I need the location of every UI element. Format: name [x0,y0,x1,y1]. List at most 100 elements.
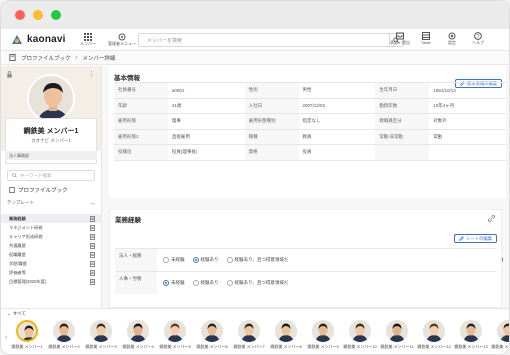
lock-icon[interactable] [6,71,13,78]
info-value: a0001 [167,82,245,99]
member-search-input[interactable]: メンバーを検索 [138,33,404,47]
work-radio-option[interactable]: 経験あり [192,257,219,263]
radio-button[interactable] [226,257,233,263]
logo[interactable]: kaonavi [1,34,71,46]
nav-member-button[interactable]: メンバー [71,32,105,47]
member-avatar [275,320,297,342]
info-key: 入社日 [244,97,299,114]
minimize-window-button[interactable] [33,10,43,20]
info-key: 雇用形態 [114,113,168,130]
member-thumbnail[interactable]: 鋼鉄美 メンバー6 [196,320,228,350]
info-value: 2007/12/03 [298,97,376,114]
member-thumbnail[interactable]: 鋼鉄美 メンバー8 [270,320,302,350]
member-avatar [386,320,408,342]
member-thumbnail[interactable]: 鋼鉄美 メンバー1 [11,320,43,350]
member-thumbnail[interactable]: 鋼鉄美 メンバー7 [233,320,265,350]
member-thumbnail[interactable]: 鋼鉄美 メンバー4 [122,320,154,350]
person-photo-icon [349,320,371,342]
info-key: 教職員区分 [375,113,430,130]
info-value: 15年4ヶ月 [429,97,506,114]
person-photo-icon [53,320,75,342]
chevron-right-icon[interactable]: › [503,334,505,341]
more-options-icon[interactable]: ⋮ [88,70,95,78]
template-item-label: キャリア形成研修 [9,233,43,239]
member-thumbnail[interactable]: 鋼鉄美 メンバー5 [159,320,191,350]
work-radio-option[interactable]: 経験あり [192,280,219,286]
nav-settings-label: 設定 [448,40,456,45]
template-item[interactable]: 評価者等 [1,268,101,277]
work-radio-option[interactable]: 経験あり、且つ得意領域だ [226,257,289,263]
document-icon [90,215,95,222]
template-label: テンプレート [7,200,34,205]
nav-settings-button[interactable]: 設定 [441,32,463,46]
work-experience-row: 人事・労務 未経験 経験あり 経験あり、且つ得意領域だ [115,271,497,294]
member-thumbnail[interactable]: 鋼鉄美 メンバー13 [454,320,488,350]
template-item[interactable]: マネジメント研修 [1,223,101,232]
work-radio-option[interactable]: 経験あり、且つ得意領域だ [226,280,289,286]
work-radio-option[interactable]: 未経験 [163,257,185,263]
work-experience-section: 業務経験 シートの編集 法人・総務 未経験 経験あり 経験あり、且つ得意領域だ 人事・労… [109,209,502,308]
work-radio-option[interactable]: 未経験 [163,280,185,286]
zoom-window-button[interactable] [51,10,61,20]
template-list: 業務経験 マネジメント研修 キャリア形成研修共通履歴 役職履歴 学歴/職歴 評価者等 目標管… [1,214,101,286]
member-name: 鋼鉄美 メンバー3 [85,344,117,349]
close-window-button[interactable] [15,10,25,20]
template-item[interactable]: キャリア形成研修 [1,232,101,241]
radio-button[interactable] [226,280,233,286]
chevron-up-icon: ︿ [90,200,96,205]
person-photo-icon [18,322,36,340]
member-filter-label: すべて [12,311,26,316]
nav-approval-button[interactable]: 承認・提出 [389,32,411,46]
radio-label: 経験あり、且つ得意領域だ [234,257,289,262]
member-thumbnail[interactable]: 鋼鉄美 メンバー11 [380,320,414,350]
breadcrumb-current: メンバー詳細 [82,55,116,62]
template-item[interactable]: 業務経験 [1,214,101,223]
main-area: ⋮ 鋼鉄美 メンバー1 カオナビ メンバー1 法人事務部 キーワード検索 プロフ… [1,66,509,308]
chevron-left-icon[interactable]: ‹ [5,334,7,341]
template-item[interactable]: 共通履歴 [1,241,101,250]
member-filter[interactable]: ⌄ すべて [7,311,26,317]
template-item[interactable]: 学歴/職歴 [1,259,101,268]
member-thumbnail[interactable]: 鋼鉄美 メンバー2 [48,320,80,350]
breadcrumb-root[interactable]: プロファイルブック [21,54,71,62]
info-key: 社員番号 [114,82,168,99]
member-avatar [349,320,371,342]
info-row: 社員番号 a0001 性別 男性 生年月日 1981/10/13 [114,82,506,99]
member-thumbnail[interactable]: 鋼鉄美 メンバー12 [417,320,451,350]
nav-admin-button[interactable]: 管理者メニュー [105,33,139,47]
info-value: 指定なし [298,113,376,130]
radio-button[interactable] [192,280,199,286]
template-header[interactable]: テンプレート ︿ [7,200,95,206]
radio-label: 経験あり、且つ得意領域だ [234,280,289,285]
info-value: 教員 [298,128,376,145]
nav-table-label: Table [421,40,431,45]
breadcrumb: プロファイルブック › メンバー詳細 [1,51,509,65]
info-value: 役員 [298,144,376,161]
radio-button[interactable] [192,257,199,263]
document-icon [90,224,95,231]
profilebook-link[interactable]: プロファイルブック [9,186,68,194]
member-thumbnail[interactable]: 鋼鉄美 メンバー9 [307,320,339,350]
member-name: 鋼鉄美 メンバー1 [11,344,43,349]
info-row: 年齢 41歳 入社日 2007/12/03 勤続年数 15年4ヶ月 [114,97,506,114]
member-name: 鋼鉄美 メンバー10 [343,344,377,349]
edit-sheet-button[interactable]: シートの編集 [454,234,497,243]
link-icon[interactable] [488,215,495,222]
nav-help-button[interactable]: ? ヘルプ [467,32,489,46]
info-key: 勤続年数 [375,97,430,114]
info-key: 生年月日 [375,82,430,99]
template-item[interactable]: 役職履歴 [1,250,101,259]
settings-icon [448,32,456,40]
template-item[interactable]: 目標管理(2020年度) [1,277,101,286]
member-thumbnail[interactable]: 鋼鉄美 メンバー10 [343,320,377,350]
member-avatar [53,320,75,342]
department-tab[interactable]: 法人事務部 [5,151,97,160]
keyword-search-input[interactable]: キーワード検索 [7,170,95,181]
radio-button[interactable] [163,257,169,263]
person-photo-icon [423,320,445,342]
work-radio-group: 未経験 経験あり 経験あり、且つ得意領域だ [157,272,288,294]
nav-table-button[interactable]: Table [415,32,437,46]
member-name: 鋼鉄美 メンバー13 [454,344,488,349]
radio-button[interactable] [163,280,169,286]
member-thumbnail[interactable]: 鋼鉄美 メンバー3 [85,320,117,350]
